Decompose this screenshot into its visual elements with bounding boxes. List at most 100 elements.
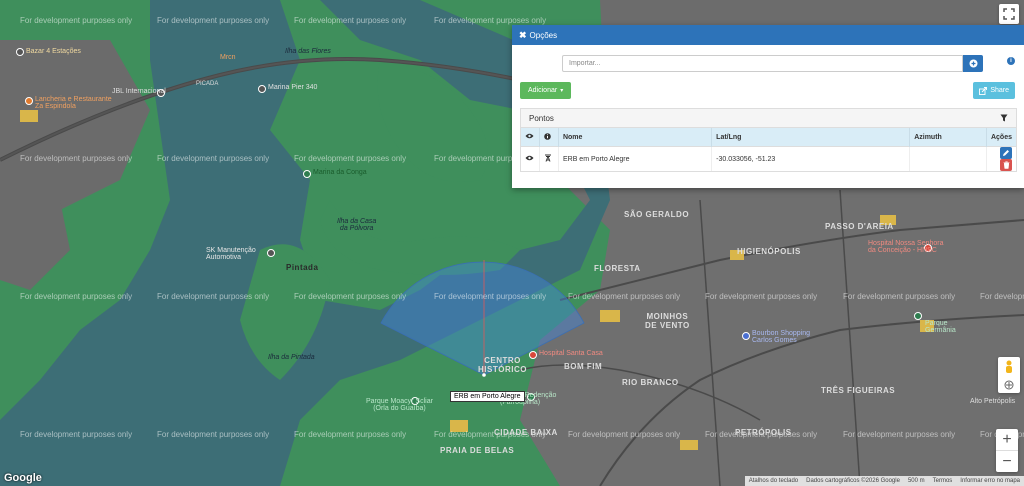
map-footer: Atalhos do teclado Dados cartográficos ©… bbox=[744, 476, 1024, 486]
eye-icon bbox=[525, 133, 534, 139]
pegman-icon bbox=[1006, 360, 1012, 373]
zoom-control[interactable]: + − bbox=[996, 429, 1018, 472]
map-label-marina-conga: Marina da Conga bbox=[313, 169, 367, 176]
poi-marker[interactable] bbox=[914, 312, 922, 320]
poi-marker[interactable] bbox=[303, 170, 311, 178]
map-label-centro-historico: CENTRO HISTÓRICO bbox=[478, 356, 527, 374]
map-label-moinhos-vento: MOINHOS DE VENTO bbox=[645, 312, 690, 330]
add-button-label: Adicionar bbox=[528, 87, 558, 94]
map-data-attribution: Dados cartográficos ©2026 Google bbox=[806, 478, 900, 484]
dev-watermark: For development purposes only bbox=[20, 16, 133, 25]
filter-icon[interactable] bbox=[1000, 114, 1008, 122]
keyboard-shortcuts-link[interactable]: Atalhos do teclado bbox=[745, 478, 802, 484]
dev-watermark: For development purposes only bbox=[157, 16, 270, 25]
camera-control-icon bbox=[1004, 380, 1014, 390]
map-label-lancheria: Lancheria e Restaurante Za Espindola bbox=[35, 96, 112, 110]
dev-watermark: For development purposes only bbox=[568, 292, 681, 301]
map-label-pintada: Pintada bbox=[286, 263, 319, 272]
shopping-marker[interactable] bbox=[742, 332, 750, 340]
dev-watermark: For development purposes only bbox=[294, 430, 407, 439]
dev-watermark: For development purposes only bbox=[294, 292, 407, 301]
import-input[interactable]: Importar... bbox=[562, 55, 963, 72]
dev-watermark: For development purposes only bbox=[20, 292, 133, 301]
latlng-column-header: Lat/Lng bbox=[711, 128, 911, 147]
hospital-marker[interactable] bbox=[529, 351, 537, 359]
map-label-sao-geraldo: SÃO GERALDO bbox=[624, 210, 690, 219]
pontos-title: Pontos bbox=[529, 113, 554, 123]
google-logo: Google bbox=[4, 472, 42, 484]
poi-marker[interactable] bbox=[16, 48, 24, 56]
poi-marker[interactable] bbox=[25, 97, 33, 105]
dev-watermark: For development purposes only bbox=[705, 292, 818, 301]
map-label-praia-belas: PRAIA DE BELAS bbox=[440, 446, 515, 455]
street-view-pegman[interactable] bbox=[998, 357, 1020, 393]
dev-watermark: For development purposes only bbox=[568, 430, 681, 439]
dev-watermark: For development purposes only bbox=[980, 292, 1024, 301]
map-label-floresta: FLORESTA bbox=[594, 264, 641, 273]
map-label-bom-fim: BOM FIM bbox=[564, 362, 603, 371]
map-label-rio-branco: RIO BRANCO bbox=[622, 378, 679, 387]
info-icon[interactable]: i bbox=[1007, 57, 1015, 65]
map-label-picada: PICADA bbox=[196, 81, 219, 87]
visibility-column-header bbox=[521, 128, 540, 147]
options-panel-header[interactable]: ✖ Opções bbox=[512, 25, 1024, 45]
map-label-tres-figueiras: TRÊS FIGUEIRAS bbox=[821, 386, 896, 395]
row-latlng: -30.033056, -51.23 bbox=[711, 146, 911, 171]
map-label-mrcn: Mrcn bbox=[220, 54, 236, 61]
map-label-ilha-flores: Ilha das Flores bbox=[285, 48, 331, 55]
share-icon bbox=[979, 86, 988, 95]
map-scale[interactable]: 500 m bbox=[904, 478, 929, 484]
dev-watermark: For development purposes only bbox=[157, 430, 270, 439]
plus-circle-icon bbox=[969, 59, 977, 68]
map-label-alto-petropolis: Alto Petrópolis bbox=[970, 398, 1016, 405]
row-actions bbox=[986, 146, 1016, 171]
import-button[interactable] bbox=[963, 55, 983, 72]
delete-button[interactable] bbox=[1000, 159, 1012, 171]
map-label-parque-germania: Parque Germânia bbox=[925, 320, 956, 334]
table-header-row: Nome Lat/Lng Azimuth Ações bbox=[521, 128, 1016, 147]
table-row[interactable]: ERB em Porto Alegre -30.033056, -51.23 bbox=[521, 146, 1016, 171]
info-column-header bbox=[539, 128, 559, 147]
row-nome: ERB em Porto Alegre bbox=[558, 146, 713, 171]
share-button-label: Share bbox=[990, 87, 1009, 94]
dev-watermark: For development purposes only bbox=[20, 154, 133, 163]
azimuth-column-header: Azimuth bbox=[909, 128, 987, 147]
map-label-parque-moacyr: Parque Moacyr Scliar (Orla do Guaíba) bbox=[366, 398, 433, 412]
dev-watermark: For development purposes only bbox=[434, 16, 547, 25]
row-azimuth bbox=[909, 146, 987, 171]
visibility-toggle[interactable] bbox=[521, 146, 540, 171]
fullscreen-button[interactable] bbox=[999, 4, 1019, 24]
map-label-cidade-baixa: CIDADE BAIXA bbox=[494, 428, 558, 437]
pontos-section: Pontos Nome Lat/Lng Azimuth Ações ERB em… bbox=[520, 108, 1017, 172]
map-label-hospital-santa-casa: Hospital Santa Casa bbox=[539, 350, 603, 357]
dev-watermark: For development purposes only bbox=[20, 430, 133, 439]
map-label-marina-pier: Marina Pier 340 bbox=[268, 84, 318, 91]
pontos-header: Pontos bbox=[521, 109, 1016, 128]
poi-marker[interactable] bbox=[267, 249, 275, 257]
map-label-ilha-pintada: Ilha da Pintada bbox=[268, 354, 315, 361]
add-button[interactable]: Adicionar ▾ bbox=[520, 82, 572, 99]
dev-watermark: For development purposes only bbox=[843, 292, 956, 301]
dev-watermark: For development purposes only bbox=[157, 154, 270, 163]
share-button[interactable]: Share bbox=[973, 82, 1015, 99]
dev-watermark: For development purposes only bbox=[843, 430, 956, 439]
zoom-in-button[interactable]: + bbox=[996, 429, 1018, 450]
poi-marker[interactable] bbox=[258, 85, 266, 93]
pencil-icon bbox=[1003, 150, 1009, 156]
terms-link[interactable]: Termos bbox=[929, 478, 957, 484]
point-type-cell bbox=[539, 146, 559, 171]
map-label-jbl: JBL Internacional bbox=[112, 88, 166, 95]
report-error-link[interactable]: Informar erro no mapa bbox=[956, 478, 1024, 484]
caret-down-icon: ▾ bbox=[560, 88, 564, 94]
erb-marker-label[interactable]: ERB em Porto Alegre bbox=[450, 391, 525, 402]
pontos-table: Nome Lat/Lng Azimuth Ações ERB em Porto … bbox=[521, 128, 1016, 171]
options-panel: ✖ Opções Importar... i Adicionar ▾ Share… bbox=[512, 25, 1024, 188]
dev-watermark: For development purposes only bbox=[157, 292, 270, 301]
edit-button[interactable] bbox=[1000, 147, 1012, 159]
map-label-hospital-nossa-senhora: Hospital Nossa Senhora da Conceição - HN… bbox=[868, 240, 944, 254]
zoom-out-button[interactable]: − bbox=[996, 450, 1018, 472]
nome-column-header: Nome bbox=[558, 128, 713, 147]
close-icon[interactable]: ✖ bbox=[519, 30, 527, 41]
map-label-bazar: Bazar 4 Estações bbox=[26, 48, 81, 55]
acoes-column-header: Ações bbox=[986, 128, 1016, 147]
